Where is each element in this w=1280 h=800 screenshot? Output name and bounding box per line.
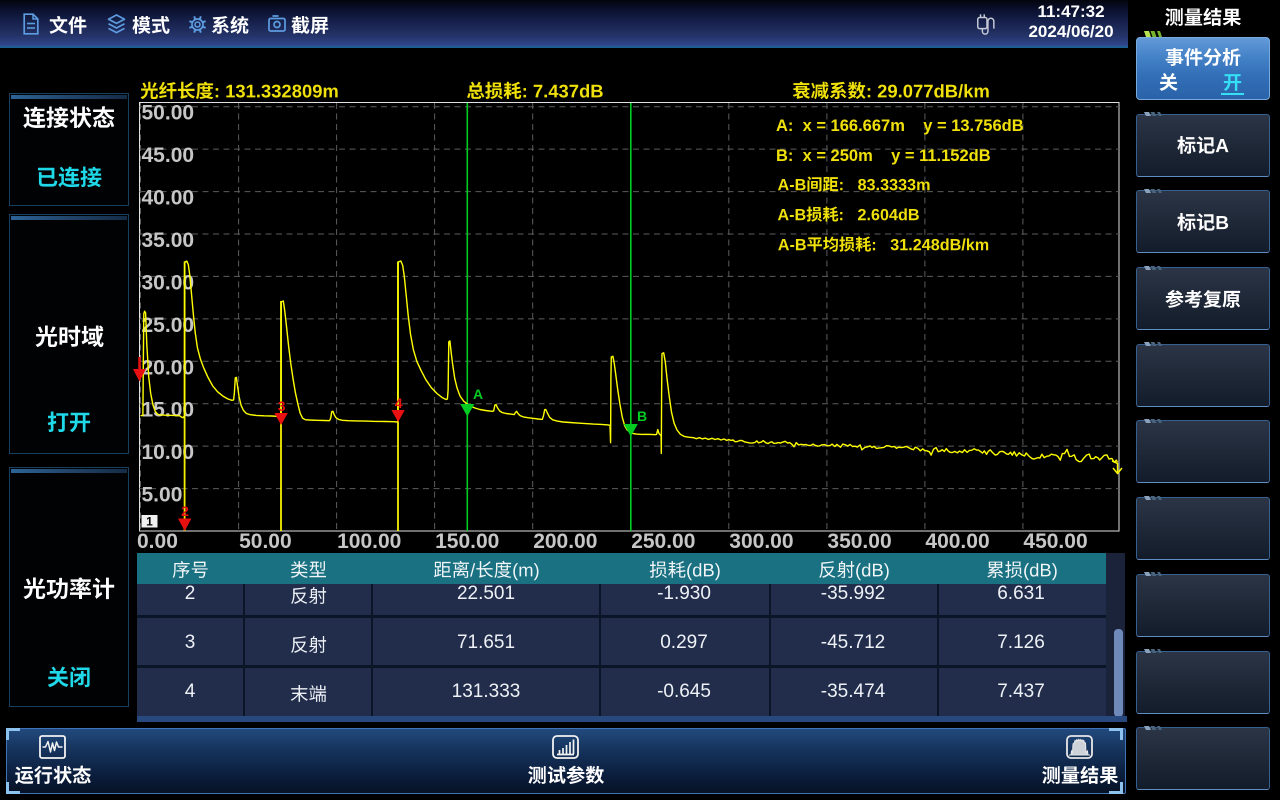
svg-text:3: 3 [278, 398, 286, 414]
svg-text:10.00: 10.00 [142, 441, 195, 464]
svg-text:15.00: 15.00 [142, 399, 195, 422]
svg-text:0.00: 0.00 [137, 530, 178, 553]
svg-text:40.00: 40.00 [142, 187, 195, 210]
svg-text:450.00: 450.00 [1023, 530, 1087, 553]
svg-text:400.00: 400.00 [925, 530, 989, 553]
svg-text:35.00: 35.00 [142, 229, 195, 252]
svg-text:25.00: 25.00 [142, 314, 195, 337]
svg-text:B: x = 250m y = 11.152dB: B: x = 250m y = 11.152dB [776, 147, 991, 165]
svg-text:20.00: 20.00 [142, 356, 195, 379]
svg-text:2: 2 [181, 503, 189, 519]
svg-text:A: A [473, 386, 483, 402]
svg-text:200.00: 200.00 [533, 530, 597, 553]
svg-text:150.00: 150.00 [435, 530, 499, 553]
svg-text:50.00: 50.00 [239, 530, 292, 553]
svg-text:B: B [637, 408, 647, 424]
svg-text:45.00: 45.00 [142, 144, 195, 167]
svg-text:300.00: 300.00 [729, 530, 793, 553]
svg-text:5.00: 5.00 [142, 484, 183, 507]
svg-text:250.00: 250.00 [631, 530, 695, 553]
svg-text:1: 1 [146, 515, 153, 529]
svg-text:30.00: 30.00 [142, 271, 195, 294]
svg-text:4: 4 [395, 395, 403, 411]
svg-text:100.00: 100.00 [337, 530, 401, 553]
svg-text:350.00: 350.00 [827, 530, 891, 553]
svg-text:A: x = 166.667m y = 13.756: A: x = 166.667m y = 13.756dB [776, 117, 1024, 135]
